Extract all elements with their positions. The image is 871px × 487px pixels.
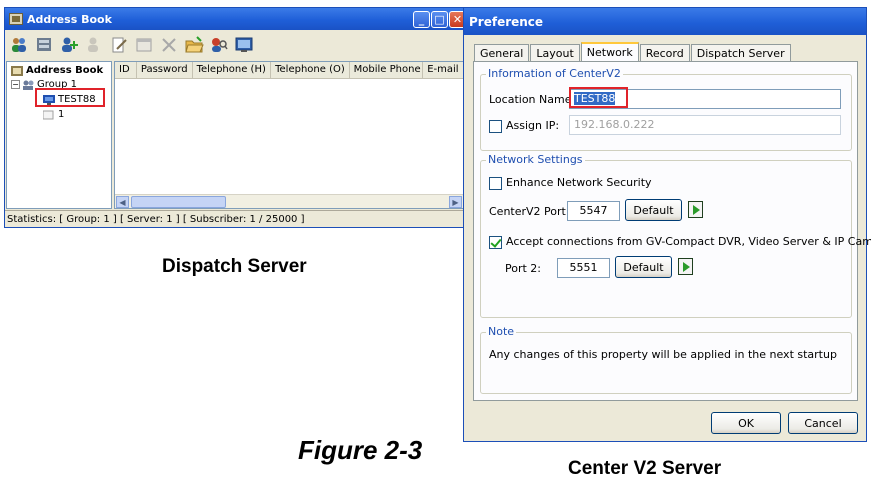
- center-server-caption: Center V2 Server: [568, 458, 722, 479]
- subscriber-icon: [43, 110, 54, 119]
- figure-caption: Figure 2-3: [298, 435, 423, 465]
- window-icon[interactable]: [133, 34, 155, 56]
- scroll-thumb[interactable]: [131, 196, 226, 208]
- port2-default-button[interactable]: Default: [615, 256, 672, 278]
- dispatch-server-caption: Dispatch Server: [162, 256, 307, 277]
- centerv2-port-value: 5547: [579, 204, 608, 217]
- monitor-icon[interactable]: [233, 34, 255, 56]
- ok-button[interactable]: OK: [711, 412, 781, 434]
- close-icon: ✕: [452, 13, 463, 26]
- server-icon[interactable]: [33, 34, 55, 56]
- maximize-icon: □: [434, 13, 445, 26]
- address-tree[interactable]: Address Book − Group 1 TEST88 1: [6, 61, 112, 209]
- address-book-title: Address Book: [27, 12, 112, 26]
- network-tab-panel: Information of CenterV2 Location Name: T…: [473, 61, 871, 401]
- address-book-window: Address Book _ □ ✕ Address Book − Group …: [4, 7, 466, 228]
- note-group: [480, 332, 852, 394]
- subscriber-grid[interactable]: ID Password Telephone (H) Telephone (O) …: [114, 61, 465, 209]
- minimize-button[interactable]: _: [413, 11, 430, 28]
- port2-value: 5551: [569, 261, 598, 274]
- cancel-button[interactable]: Cancel: [788, 412, 858, 434]
- address-book-icon: [11, 65, 23, 76]
- tree-subscriber-item[interactable]: 1: [43, 109, 64, 120]
- enhance-security-label: Enhance Network Security: [506, 176, 652, 189]
- assign-ip-input[interactable]: 192.168.0.222: [569, 115, 841, 135]
- centerv2-port-label: CenterV2 Port:: [489, 205, 570, 218]
- network-settings-legend: Network Settings: [486, 153, 585, 166]
- horizontal-scrollbar[interactable]: ◀ ▶: [115, 194, 464, 208]
- accept-connections-checkbox[interactable]: [489, 236, 502, 249]
- folder-open-icon[interactable]: [183, 34, 205, 56]
- server-highlight-box: [35, 88, 105, 107]
- add-user-icon[interactable]: [58, 34, 80, 56]
- search-user-icon[interactable]: [208, 34, 230, 56]
- edit-icon[interactable]: [108, 34, 130, 56]
- tab-layout[interactable]: Layout: [530, 44, 580, 62]
- user-disabled-icon[interactable]: [83, 34, 105, 56]
- port2-input[interactable]: 5551: [557, 258, 610, 278]
- assign-ip-checkbox[interactable]: [489, 120, 502, 133]
- note-text: Any changes of this property will be app…: [489, 348, 837, 361]
- tab-network[interactable]: Network: [580, 42, 639, 63]
- note-legend: Note: [486, 325, 517, 338]
- column-header-password[interactable]: Password: [137, 62, 193, 78]
- address-book-toolbar: [5, 31, 465, 59]
- address-book-titlebar: Address Book: [5, 8, 465, 30]
- enhance-security-checkbox[interactable]: [489, 177, 502, 190]
- scroll-right-icon[interactable]: ▶: [449, 196, 462, 208]
- location-highlight-box: [569, 87, 628, 108]
- scroll-left-icon[interactable]: ◀: [116, 196, 129, 208]
- preference-tabs: General Layout Network Record Dispatch S…: [474, 42, 792, 63]
- preference-titlebar: Preference: [464, 8, 866, 35]
- tab-general[interactable]: General: [474, 44, 530, 62]
- column-header-telephone-o[interactable]: Telephone (O): [271, 62, 350, 78]
- tab-dispatch-server[interactable]: Dispatch Server: [690, 44, 791, 62]
- status-bar: Statistics: [ Group: 1 ] [ Server: 1 ] […: [5, 210, 465, 227]
- centerv2-port-play-icon[interactable]: [688, 201, 703, 218]
- port2-label: Port 2:: [505, 262, 542, 275]
- users-icon[interactable]: [8, 34, 30, 56]
- assign-ip-value: 192.168.0.222: [574, 118, 655, 131]
- centerv2-port-input[interactable]: 5547: [567, 201, 620, 221]
- tree-root-label: Address Book: [26, 65, 104, 76]
- tab-record[interactable]: Record: [639, 44, 690, 62]
- delete-icon[interactable]: [158, 34, 180, 56]
- minimize-icon: _: [418, 13, 425, 26]
- maximize-button[interactable]: □: [431, 11, 448, 28]
- grid-header: ID Password Telephone (H) Telephone (O) …: [115, 62, 464, 79]
- group-icon: [23, 80, 34, 90]
- preference-dialog: Preference General Layout Network Record…: [463, 7, 871, 442]
- address-book-app-icon: [9, 13, 23, 25]
- accept-connections-label: Accept connections from GV-Compact DVR, …: [506, 235, 871, 248]
- column-header-id[interactable]: ID: [115, 62, 137, 78]
- tree-collapse-icon[interactable]: −: [11, 80, 20, 89]
- column-header-telephone-h[interactable]: Telephone (H): [193, 62, 272, 78]
- tree-root[interactable]: Address Book: [11, 65, 103, 76]
- column-header-email[interactable]: E-mail: [423, 62, 464, 78]
- column-header-mobile-phone[interactable]: Mobile Phone: [350, 62, 424, 78]
- preference-title: Preference: [469, 14, 544, 29]
- location-name-label: Location Name:: [489, 93, 576, 106]
- information-group: [480, 74, 852, 151]
- assign-ip-label: Assign IP:: [506, 119, 560, 132]
- tree-subscriber-label: 1: [58, 109, 65, 120]
- port2-play-icon[interactable]: [678, 258, 693, 275]
- centerv2-port-default-button[interactable]: Default: [625, 199, 682, 221]
- information-group-legend: Information of CenterV2: [486, 67, 623, 80]
